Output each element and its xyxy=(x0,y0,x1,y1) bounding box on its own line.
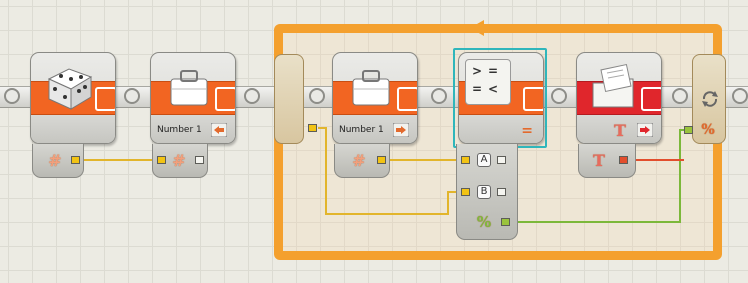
compare-data-hub[interactable]: A B % xyxy=(456,144,518,240)
data-port-notch xyxy=(397,87,417,111)
variable-write-data-hub[interactable]: # xyxy=(334,144,390,178)
loop-condition-port[interactable] xyxy=(684,126,693,134)
variable-block-read[interactable]: Number 1 xyxy=(150,52,236,144)
plug-b-label: B xyxy=(477,185,491,199)
beam-connector xyxy=(309,88,325,104)
beam-connector xyxy=(124,88,140,104)
briefcase-icon xyxy=(170,70,208,106)
beam-connector xyxy=(431,88,447,104)
number-plug: # xyxy=(48,150,62,170)
output-port-b[interactable] xyxy=(497,188,506,196)
input-port-b[interactable] xyxy=(461,188,470,196)
folder-icon xyxy=(592,63,634,108)
beam-connector xyxy=(4,88,20,104)
text-block[interactable]: T xyxy=(576,52,662,144)
beam-connector xyxy=(672,88,688,104)
read-arrow-icon xyxy=(211,123,227,137)
variable-block-write[interactable]: Number 1 xyxy=(332,52,418,144)
dice-icon xyxy=(47,68,93,110)
logic-plug: % xyxy=(476,213,492,231)
input-port-a[interactable] xyxy=(461,156,470,164)
loop-icon xyxy=(702,91,718,107)
number-plug: # xyxy=(352,150,366,170)
logic-plug: % xyxy=(701,122,715,138)
selected-block-highlight xyxy=(453,48,547,148)
random-block[interactable] xyxy=(30,52,116,144)
beam-connector xyxy=(551,88,567,104)
text-plug: T xyxy=(593,150,605,170)
write-arrow-icon xyxy=(393,123,409,137)
random-data-hub[interactable]: # xyxy=(32,144,84,178)
variable-read-data-hub[interactable]: # xyxy=(152,144,208,178)
output-port[interactable] xyxy=(619,156,628,164)
beam-connector xyxy=(244,88,260,104)
variable-name-label: Number 1 xyxy=(157,125,202,135)
text-plug: T xyxy=(614,120,626,140)
loop-start-block[interactable] xyxy=(274,54,304,144)
output-port[interactable] xyxy=(71,156,80,164)
data-port-notch xyxy=(95,87,115,111)
data-port-notch xyxy=(215,87,235,111)
loop-direction-arrow-icon xyxy=(470,20,500,36)
variable-name-label: Number 1 xyxy=(339,125,384,135)
result-port[interactable] xyxy=(501,218,510,226)
data-port-notch xyxy=(641,87,661,111)
number-plug: # xyxy=(172,150,186,170)
beam-connector xyxy=(732,88,748,104)
loop-counter-port[interactable] xyxy=(308,124,317,132)
output-port-a[interactable] xyxy=(497,156,506,164)
input-port[interactable] xyxy=(157,156,166,164)
output-port[interactable] xyxy=(377,156,386,164)
text-data-hub[interactable]: T xyxy=(578,144,636,178)
briefcase-icon xyxy=(352,70,390,106)
plug-a-label: A xyxy=(477,153,491,167)
write-arrow-icon xyxy=(637,123,653,137)
output-port[interactable] xyxy=(195,156,204,164)
